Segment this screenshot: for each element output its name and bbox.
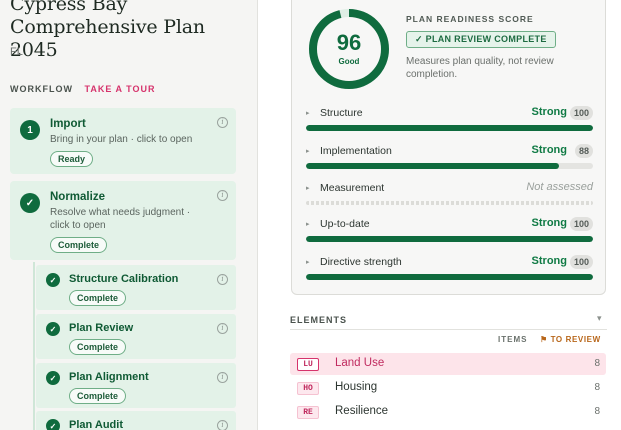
check-icon: ✓ bbox=[20, 193, 40, 213]
substep-title: Plan Alignment bbox=[69, 371, 149, 383]
status-badge: Complete bbox=[69, 339, 127, 355]
chevron-right-icon: ▸ bbox=[306, 221, 310, 228]
metric-up-to-date[interactable]: ▸ Up-to-date Strong 100 bbox=[306, 217, 593, 247]
chevron-right-icon: ▸ bbox=[306, 259, 310, 266]
step-title: Normalize bbox=[50, 191, 105, 203]
element-item-count: 8 bbox=[594, 406, 600, 417]
divider bbox=[290, 329, 607, 330]
readiness-note: Measures plan quality, not review comple… bbox=[406, 56, 554, 80]
workflow-sidebar: Cypress Bay Comprehensive Plan 2045 FL W… bbox=[0, 0, 258, 430]
metric-status: Strong bbox=[531, 255, 567, 267]
step-import[interactable]: 1 Import Bring in your plan · click to o… bbox=[10, 108, 236, 174]
metric-bar bbox=[306, 163, 593, 169]
review-complete-badge: ✓ PLAN REVIEW COMPLETE bbox=[406, 31, 556, 48]
substep-title: Plan Audit bbox=[69, 419, 123, 430]
chevron-right-icon: ▸ bbox=[306, 148, 310, 155]
metric-status: Strong bbox=[531, 106, 567, 118]
take-a-tour-link[interactable]: TAKE A TOUR bbox=[85, 84, 156, 94]
metric-bar-fill bbox=[306, 236, 593, 242]
metric-status: Not assessed bbox=[526, 181, 593, 193]
element-item-count: 8 bbox=[594, 358, 600, 369]
substep-plan-alignment[interactable]: ✓ Plan Alignment i Complete bbox=[36, 363, 236, 408]
check-icon: ✓ bbox=[46, 273, 60, 287]
metric-score: 100 bbox=[569, 255, 593, 269]
info-icon[interactable]: i bbox=[217, 274, 228, 285]
metric-name: Measurement bbox=[320, 182, 385, 194]
readiness-label: PLAN READINESS SCORE bbox=[406, 14, 534, 24]
substep-title: Structure Calibration bbox=[69, 273, 179, 285]
info-icon[interactable]: i bbox=[217, 117, 228, 128]
check-icon: ✓ bbox=[46, 419, 60, 430]
info-icon[interactable]: i bbox=[217, 372, 228, 383]
metric-measurement[interactable]: ▸ Measurement Not assessed bbox=[306, 181, 593, 211]
status-badge: Complete bbox=[50, 237, 108, 253]
readiness-card: 96 Good PLAN READINESS SCORE ✓ PLAN REVI… bbox=[291, 0, 606, 295]
step-description: Resolve what needs judgment · click to o… bbox=[50, 207, 191, 231]
step-normalize[interactable]: ✓ Normalize Resolve what needs judgment … bbox=[10, 181, 236, 260]
substep-rail bbox=[33, 262, 35, 430]
metric-implementation[interactable]: ▸ Implementation Strong 88 bbox=[306, 144, 593, 174]
step-description: Bring in your plan · click to open bbox=[50, 134, 193, 145]
metric-score: 88 bbox=[574, 144, 593, 158]
chevron-right-icon: ▸ bbox=[306, 110, 310, 117]
elements-heading: ELEMENTS bbox=[290, 315, 348, 325]
readiness-gauge: 96 Good bbox=[308, 8, 390, 90]
substep-title: Plan Review bbox=[69, 322, 134, 334]
metric-bar bbox=[306, 125, 593, 131]
element-row-housing[interactable]: HO Housing 8 bbox=[290, 377, 606, 399]
status-badge: Ready bbox=[50, 151, 94, 167]
element-code-badge: HO bbox=[297, 382, 319, 395]
element-code-badge: LU bbox=[297, 358, 319, 371]
readiness-score-word: Good bbox=[338, 57, 360, 66]
element-item-count: 8 bbox=[594, 382, 600, 393]
readiness-score: 96 bbox=[336, 30, 362, 55]
step-title: Import bbox=[50, 118, 86, 130]
metric-bar-fill bbox=[306, 125, 593, 131]
chevron-down-icon[interactable]: ▾ bbox=[597, 313, 602, 324]
metric-status: Strong bbox=[531, 217, 567, 229]
plan-title: Cypress Bay Comprehensive Plan 2045 bbox=[10, 0, 205, 61]
workflow-label: WORKFLOW bbox=[10, 84, 73, 94]
metric-bar bbox=[306, 274, 593, 280]
step-number-badge: 1 bbox=[20, 120, 40, 140]
metric-bar-fill bbox=[306, 163, 559, 169]
info-icon[interactable]: i bbox=[217, 190, 228, 201]
metric-score: 100 bbox=[569, 217, 593, 231]
element-row-resilience[interactable]: RE Resilience 8 bbox=[290, 401, 606, 423]
plan-state: FL bbox=[10, 46, 23, 58]
metric-structure[interactable]: ▸ Structure Strong 100 bbox=[306, 106, 593, 136]
metric-directive-strength[interactable]: ▸ Directive strength Strong 100 bbox=[306, 255, 593, 285]
info-icon[interactable]: i bbox=[217, 323, 228, 334]
element-name: Housing bbox=[335, 381, 378, 393]
metric-name: Implementation bbox=[320, 145, 392, 157]
chevron-right-icon: ▸ bbox=[306, 185, 310, 192]
check-icon: ✓ bbox=[46, 371, 60, 385]
element-name: Resilience bbox=[335, 405, 389, 417]
substep-plan-audit[interactable]: ✓ Plan Audit i bbox=[36, 411, 236, 430]
check-icon: ✓ bbox=[46, 322, 60, 336]
workflow-header: WORKFLOW TAKE A TOUR bbox=[10, 84, 156, 94]
substep-structure-calibration[interactable]: ✓ Structure Calibration i Complete bbox=[36, 265, 236, 310]
metric-score: 100 bbox=[569, 106, 593, 120]
element-code-badge: RE bbox=[297, 406, 319, 419]
metric-name: Structure bbox=[320, 107, 363, 119]
metric-status: Strong bbox=[531, 144, 567, 156]
metric-bar bbox=[306, 201, 593, 205]
metric-bar bbox=[306, 236, 593, 242]
status-badge: Complete bbox=[69, 388, 127, 404]
column-header-to-review[interactable]: ⚑ TO REVIEW bbox=[540, 335, 601, 344]
element-row-land-use[interactable]: LU Land Use 8 bbox=[290, 353, 606, 375]
status-badge: Complete bbox=[69, 290, 127, 306]
metric-name: Directive strength bbox=[320, 256, 402, 268]
column-header-items: ITEMS bbox=[498, 335, 528, 344]
substep-plan-review[interactable]: ✓ Plan Review i Complete bbox=[36, 314, 236, 359]
info-icon[interactable]: i bbox=[217, 420, 228, 430]
metric-bar-fill bbox=[306, 274, 593, 280]
element-name: Land Use bbox=[335, 357, 385, 369]
metric-name: Up-to-date bbox=[320, 218, 370, 230]
